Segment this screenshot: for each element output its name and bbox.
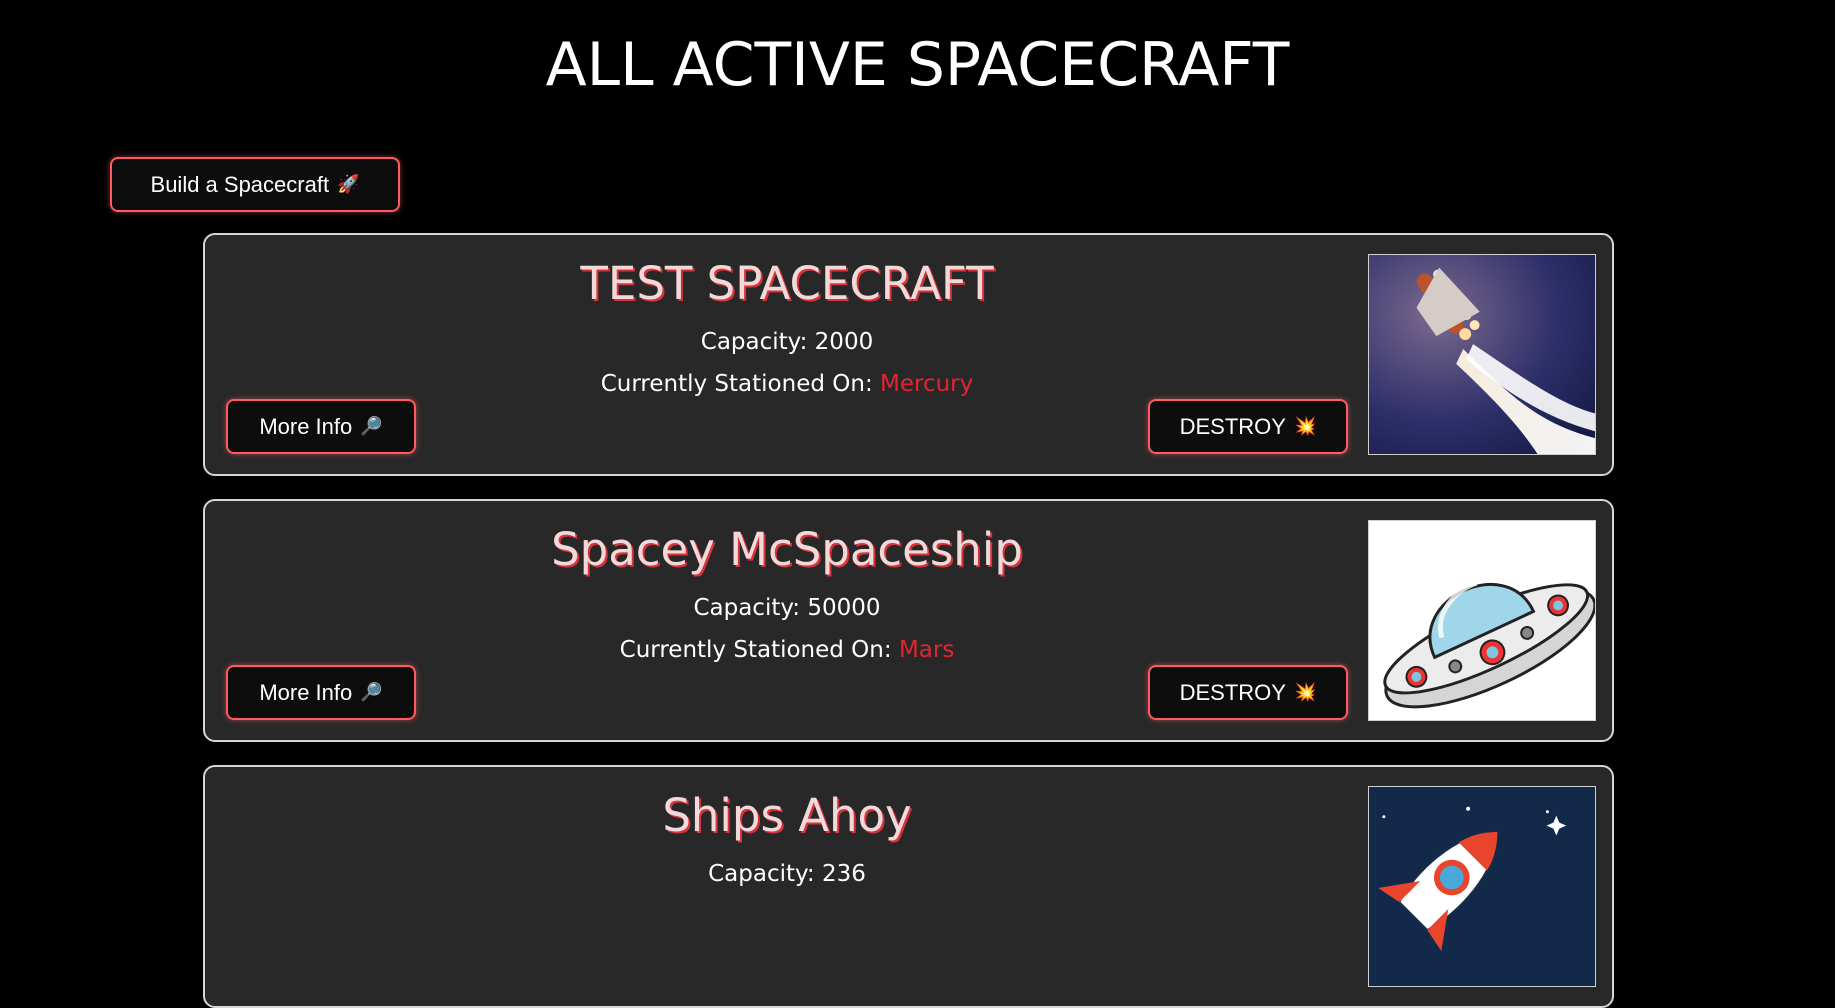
capacity-value: 2000 (814, 329, 874, 355)
planet-link[interactable]: Mercury (880, 371, 973, 397)
explosion-icon: 💥 (1293, 682, 1317, 702)
magnifier-icon: 🔎 (360, 682, 383, 702)
planet-link[interactable]: Mars (899, 637, 954, 663)
spacecraft-capacity: Capacity: 236 (205, 861, 1369, 887)
space-shuttle-launch-image (1368, 254, 1596, 455)
station-label: Currently Stationed On: (619, 637, 899, 663)
destroy-button[interactable]: DESTROY 💥 (1148, 399, 1348, 454)
build-spacecraft-button[interactable]: Build a Spacecraft 🚀 (110, 157, 400, 212)
capacity-value: 50000 (807, 595, 881, 621)
spacecraft-card: Ships Ahoy Capacity: 236 (203, 765, 1614, 1008)
cartoon-rocket-image (1368, 786, 1596, 987)
spacecraft-name: TEST SPACECRAFT (580, 257, 994, 310)
station-label: Currently Stationed On: (600, 371, 881, 397)
more-info-button[interactable]: More Info 🔎 (226, 665, 416, 720)
capacity-label: Capacity: (708, 861, 822, 887)
destroy-label: DESTROY (1179, 413, 1286, 439)
magnifier-icon: 🔎 (360, 416, 383, 436)
spacecraft-card: Spacey McSpaceship Capacity: 50000 Curre… (203, 499, 1614, 742)
more-info-label: More Info (259, 679, 353, 705)
rocket-icon: 🚀 (337, 174, 360, 194)
more-info-label: More Info (259, 413, 353, 439)
spacecraft-station: Currently Stationed On: Mars (205, 637, 1369, 663)
flying-saucer-cartoon-image (1368, 520, 1596, 721)
more-info-button[interactable]: More Info 🔎 (226, 399, 416, 454)
page-title: ALL ACTIVE SPACECRAFT (545, 30, 1290, 100)
capacity-label: Capacity: (700, 329, 815, 355)
destroy-label: DESTROY (1179, 679, 1286, 705)
spacecraft-station: Currently Stationed On: Mercury (205, 371, 1369, 397)
spacecraft-capacity: Capacity: 50000 (205, 595, 1369, 621)
spacecraft-card: TEST SPACECRAFT Capacity: 2000 Currently… (203, 233, 1614, 476)
capacity-value: 236 (822, 861, 866, 887)
explosion-icon: 💥 (1293, 416, 1317, 436)
spacecraft-name: Spacey McSpaceship (551, 523, 1023, 576)
destroy-button[interactable]: DESTROY 💥 (1148, 665, 1348, 720)
spacecraft-name: Ships Ahoy (662, 789, 912, 842)
spacecraft-capacity: Capacity: 2000 (205, 329, 1369, 355)
build-spacecraft-label: Build a Spacecraft (150, 171, 330, 197)
capacity-label: Capacity: (693, 595, 808, 621)
